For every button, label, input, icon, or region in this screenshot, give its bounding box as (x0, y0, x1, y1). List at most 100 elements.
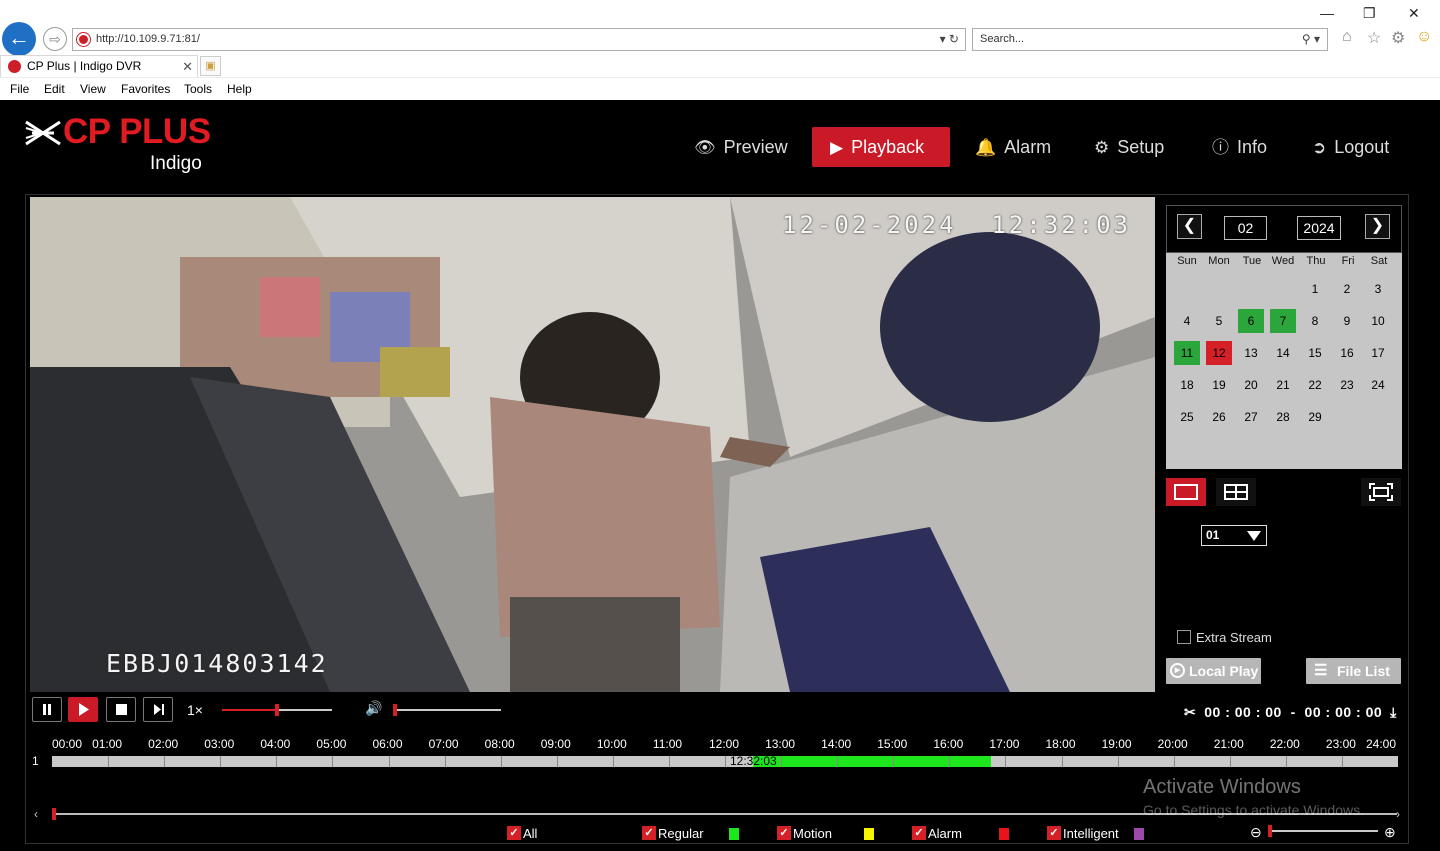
nav-preview[interactable]: 👁 Preview (694, 127, 788, 167)
forward-button[interactable]: ⇨ (43, 27, 67, 51)
local-play-button[interactable]: ▶ Local Play (1166, 658, 1261, 684)
scissors-icon[interactable]: ✂ (1184, 704, 1196, 720)
quad-view-button[interactable] (1216, 478, 1256, 506)
zoom-slider[interactable] (1270, 830, 1378, 832)
timeline-hour-label: 06:00 (372, 737, 403, 751)
menu-edit[interactable]: Edit (44, 82, 65, 96)
calendar-day[interactable]: 12 (1206, 341, 1232, 365)
search-icon[interactable]: ⚲ ▾ (1302, 29, 1320, 50)
calendar-day[interactable]: 19 (1206, 373, 1232, 397)
menu-tools[interactable]: Tools (184, 82, 212, 96)
calendar-day[interactable]: 22 (1302, 373, 1328, 397)
timeline-cursor-label: 12:32:03 (730, 754, 777, 768)
calendar-day[interactable]: 16 (1334, 341, 1360, 365)
nav-setup[interactable]: ⚙ Setup (1094, 127, 1164, 167)
zoom-knob[interactable] (1268, 825, 1272, 837)
calendar-day[interactable]: 1 (1302, 277, 1328, 301)
nav-logout[interactable]: ➲ Logout (1312, 127, 1389, 167)
filter-all-checkbox[interactable]: ✓ (507, 826, 521, 840)
scroll-left-icon[interactable]: ‹ (34, 807, 38, 821)
calendar-day[interactable]: 24 (1365, 373, 1391, 397)
calendar-year[interactable]: 2024 (1297, 216, 1341, 240)
nav-info[interactable]: ⓘ Info (1212, 127, 1267, 167)
calendar-day[interactable]: 7 (1270, 309, 1296, 333)
fullscreen-button[interactable] (1361, 478, 1401, 506)
calendar-day[interactable]: 6 (1238, 309, 1264, 333)
progress-knob[interactable] (275, 704, 279, 716)
timeline-hour-tick (108, 756, 110, 767)
home-icon[interactable]: ⌂ (1342, 28, 1352, 46)
filter-intelligent-checkbox[interactable]: ✓ (1047, 826, 1061, 840)
calendar-day[interactable]: 23 (1334, 373, 1360, 397)
volume-slider[interactable] (393, 709, 501, 711)
search-input[interactable]: Search... ⚲ ▾ (972, 28, 1328, 51)
new-tab-button[interactable]: ▣ (200, 56, 221, 76)
refresh-icon[interactable]: ▾ ↻ (940, 29, 959, 50)
calendar-day[interactable]: 15 (1302, 341, 1328, 365)
stop-button[interactable] (106, 697, 136, 722)
timeline-scroll-knob[interactable] (52, 808, 56, 820)
menu-view[interactable]: View (80, 82, 106, 96)
zoom-out-icon[interactable]: ⊖ (1250, 824, 1262, 841)
calendar-day[interactable]: 13 (1238, 341, 1264, 365)
single-view-button[interactable] (1166, 478, 1206, 506)
play-circle-icon: ▶ (1170, 663, 1185, 678)
scroll-right-icon[interactable]: › (1396, 807, 1400, 821)
favorites-star-icon[interactable]: ☆ (1367, 28, 1381, 48)
calendar-day[interactable]: 25 (1174, 405, 1200, 429)
close-tab-icon[interactable]: ✕ (182, 56, 193, 77)
calendar-day[interactable]: 4 (1174, 309, 1200, 333)
calendar-day[interactable]: 27 (1238, 405, 1264, 429)
next-frame-button[interactable] (143, 697, 173, 722)
menu-help[interactable]: Help (227, 82, 252, 96)
filter-alarm-checkbox[interactable]: ✓ (912, 826, 926, 840)
calendar-day[interactable]: 2 (1334, 277, 1360, 301)
calendar-day[interactable]: 20 (1238, 373, 1264, 397)
timeline-recording-segment[interactable] (753, 756, 992, 767)
timeline-bar[interactable] (52, 756, 1398, 767)
calendar-day[interactable]: 26 (1206, 405, 1232, 429)
calendar-month[interactable]: 02 (1224, 216, 1267, 240)
calendar-day[interactable]: 29 (1302, 405, 1328, 429)
download-icon[interactable]: ⤓ (1390, 704, 1397, 720)
extra-stream-checkbox[interactable] (1177, 630, 1191, 644)
calendar-day[interactable]: 21 (1270, 373, 1296, 397)
play-button[interactable] (68, 697, 98, 722)
menu-file[interactable]: File (10, 82, 29, 96)
calendar-day[interactable]: 5 (1206, 309, 1232, 333)
calendar-day[interactable]: 9 (1334, 309, 1360, 333)
progress-fill (222, 709, 277, 711)
minimize-icon[interactable]: — (1320, 5, 1334, 21)
restore-icon[interactable]: ❐ (1363, 5, 1376, 22)
filter-motion-checkbox[interactable]: ✓ (777, 826, 791, 840)
nav-playback[interactable]: ▶ Playback (812, 127, 950, 167)
volume-knob[interactable] (393, 704, 397, 716)
channel-select[interactable]: 01 (1201, 525, 1267, 546)
pause-button[interactable] (32, 697, 62, 722)
calendar-day[interactable]: 10 (1365, 309, 1391, 333)
filter-regular-checkbox[interactable]: ✓ (642, 826, 656, 840)
zoom-in-icon[interactable]: ⊕ (1384, 824, 1396, 841)
menu-favorites[interactable]: Favorites (121, 82, 170, 96)
calendar-day[interactable]: 8 (1302, 309, 1328, 333)
volume-icon[interactable]: 🔊 (365, 700, 382, 717)
prev-month-button[interactable]: ❮ (1177, 214, 1202, 239)
calendar-day[interactable]: 3 (1365, 277, 1391, 301)
smiley-feedback-icon[interactable]: ☺ (1416, 28, 1432, 46)
back-button[interactable]: ← (2, 22, 36, 56)
address-bar[interactable]: http://10.109.9.71:81/ ▾ ↻ (72, 28, 966, 51)
playback-speed[interactable]: 1× (187, 702, 203, 718)
close-window-icon[interactable]: ✕ (1408, 5, 1420, 22)
video-player[interactable]: 12-02-2024 12:32:03 EBBJ014803142 (30, 197, 1155, 692)
timeline-hour-label: 01:00 (92, 737, 123, 751)
file-list-button[interactable]: ☰ File List (1306, 658, 1401, 684)
calendar-day[interactable]: 11 (1174, 341, 1200, 365)
calendar-day[interactable]: 28 (1270, 405, 1296, 429)
calendar-day[interactable]: 17 (1365, 341, 1391, 365)
next-month-button[interactable]: ❯ (1365, 214, 1390, 239)
calendar-day[interactable]: 18 (1174, 373, 1200, 397)
tools-gear-icon[interactable]: ⚙ (1391, 28, 1405, 48)
calendar-day[interactable]: 14 (1270, 341, 1296, 365)
browser-tab[interactable]: CP Plus | Indigo DVR ✕ (0, 55, 198, 77)
nav-alarm[interactable]: 🔔 Alarm (975, 127, 1051, 167)
